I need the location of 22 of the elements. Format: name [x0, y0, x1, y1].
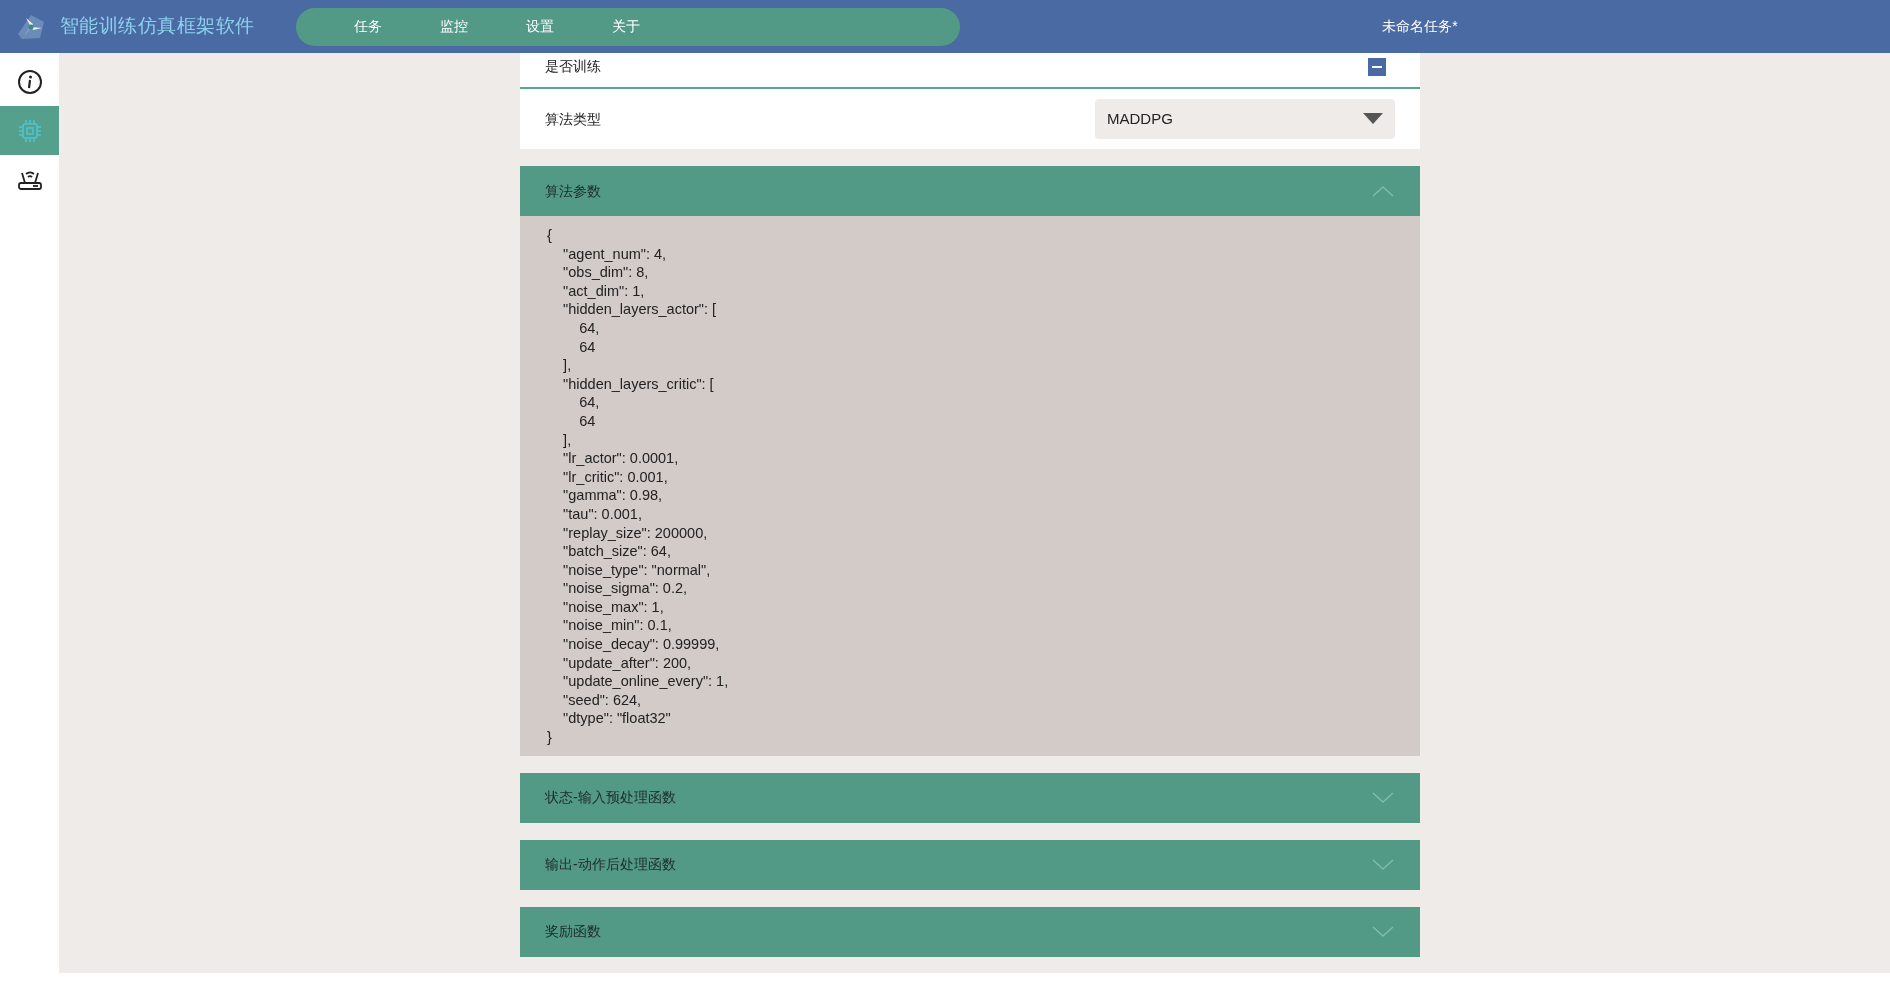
app-title: 智能训练仿真框架软件 [60, 14, 256, 39]
chevron-down-icon [1372, 926, 1394, 938]
caret-icon [1363, 113, 1383, 125]
chevron-down-icon [1372, 792, 1394, 804]
task-title: 未命名任务* [1382, 17, 1458, 36]
json-parameters[interactable]: { "agent_num": 4, "obs_dim": 8, "act_dim": 1, "hidden_layers_actor": [ 64, 64 ], "hidden_layers_critic": [ 64, 64 ], "lr_actor": 0.0001, "lr_critic": 0.001, "gamma": 0.98, "tau": 0.001, "replay_size": 200000, "batch_size": 64, "noise_type": "normal", "noise_sigma": 0.2, "noise_max": 1, "noise_min": 0.1, "noise_decay": 0.99999, "update_after": 200, "update_online_every": 1, "seed": 624, "dtype": "float32" } [520, 216, 1420, 756]
checkbox[interactable] [1368, 58, 1386, 76]
accordion-header[interactable]: 状态-输入预处理函数 [520, 772, 1420, 823]
accordion-header[interactable]: 奖励函数 [520, 906, 1420, 957]
chevron-up-icon [1372, 185, 1394, 197]
chip-icon [16, 117, 43, 144]
nav-link[interactable]: 监控 [420, 12, 488, 41]
nav-link[interactable]: 关于 [592, 12, 660, 41]
chevron-down-icon [1372, 859, 1394, 871]
field-label: 是否训练 [545, 56, 601, 76]
accordion-header[interactable]: 算法参数 [520, 166, 1420, 216]
nav-link[interactable]: 任务 [334, 12, 402, 41]
accordion-header[interactable]: 输出-动作后处理函数 [520, 839, 1420, 890]
nav-link[interactable]: 设置 [506, 12, 574, 41]
info-icon [16, 68, 43, 95]
field-label: 算法类型 [545, 109, 601, 129]
algorithm-dropdown[interactable]: MADDPG [1095, 99, 1395, 139]
